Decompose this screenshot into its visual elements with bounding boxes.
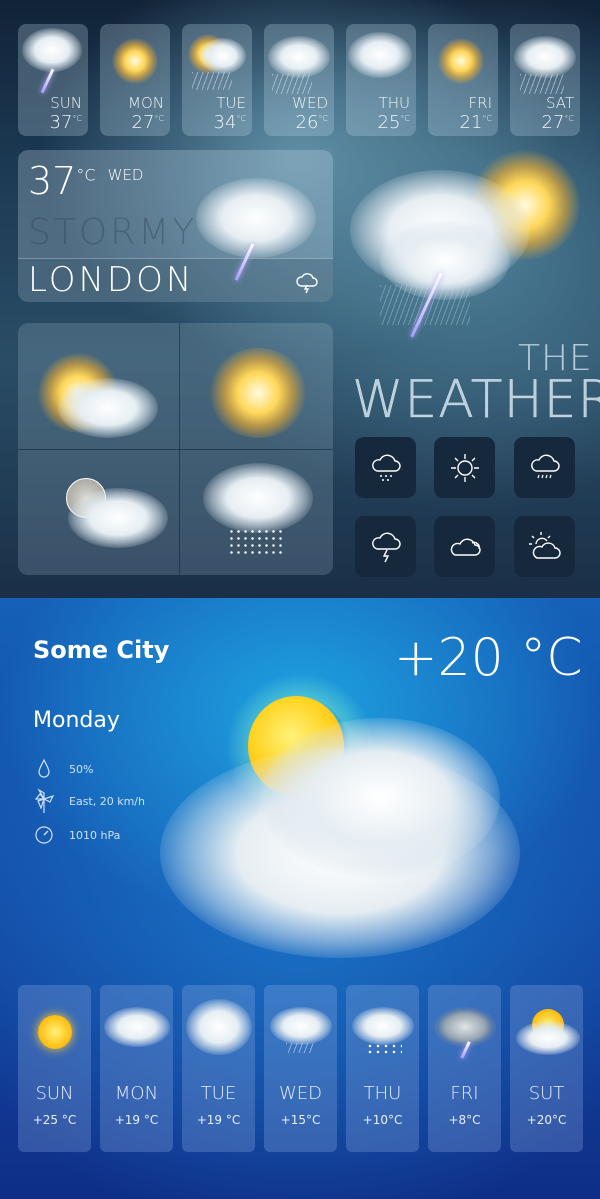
rain-cloud-icon — [270, 1007, 332, 1045]
city-label: LONDON — [28, 260, 195, 300]
forecast-card-thu[interactable]: THU +10°C — [346, 985, 419, 1152]
day-label: FRI — [450, 1083, 479, 1104]
snow-cloud-icon — [203, 463, 313, 533]
snow-cloud-icon — [371, 454, 401, 481]
day-temp: +19 °C — [196, 1113, 241, 1127]
cloud-button[interactable] — [434, 516, 495, 577]
forecast-card-tue[interactable]: TUE +19 °C — [182, 985, 255, 1152]
day-temp: +20°C — [526, 1113, 567, 1127]
day-label: SUN — [50, 94, 82, 112]
partly-cloudy-button[interactable] — [514, 516, 575, 577]
current-day: WED — [107, 166, 144, 184]
snow-cloud-icon — [352, 1007, 414, 1045]
weather-widget-blue: Some City +20 °C Monday 50% East, 20 km/… — [0, 598, 600, 1199]
day-label: SAT — [545, 94, 574, 112]
day-label: SUN — [35, 1083, 74, 1104]
current-day: Monday — [33, 708, 120, 733]
sun-icon — [438, 38, 484, 84]
day-temp: 37°C — [49, 112, 83, 133]
cloud-icon — [450, 538, 481, 556]
weather-widgets-dark: SUN 37°C MON 27°C TUE 34°C WED 26°C THU … — [0, 0, 600, 598]
humidity-stat: 50% — [33, 758, 93, 780]
cloud-icon — [348, 32, 412, 78]
storm-icon — [296, 273, 318, 294]
lightning-cloud-icon — [371, 532, 401, 562]
day-label: WED — [278, 1083, 323, 1104]
day-temp: 26°C — [295, 112, 329, 133]
day-temp: +15°C — [280, 1113, 321, 1127]
day-temp: 34°C — [213, 112, 247, 133]
current-temp: +20 °C — [394, 628, 583, 688]
day-label: SUT — [528, 1083, 565, 1104]
day-label: FRI — [468, 94, 492, 112]
gauge-icon — [35, 826, 53, 844]
sun-cloud-rain-icon — [200, 38, 246, 74]
rain-icon — [514, 36, 576, 78]
day-temp: +19 °C — [114, 1113, 159, 1127]
day-card-mon[interactable]: MON 27°C — [100, 24, 170, 136]
forecast-card-mon[interactable]: MON +19 °C — [100, 985, 173, 1152]
rain-icon — [268, 36, 330, 78]
day-temp: 21°C — [459, 112, 493, 133]
day-temp: +8°C — [448, 1113, 481, 1127]
snow-cloud-button[interactable] — [355, 437, 416, 498]
forecast-card-sun[interactable]: SUN +25 °C — [18, 985, 91, 1152]
forecast-card-fri[interactable]: FRI +8°C — [428, 985, 501, 1152]
day-label: MON — [128, 94, 164, 112]
drizzle-cloud-icon — [530, 454, 560, 478]
day-card-sat[interactable]: SAT 27°C — [510, 24, 580, 136]
sun-icon — [208, 348, 308, 438]
sun-icon — [450, 453, 479, 482]
current-weather-panel: 37°C WED STORMY LONDON — [18, 150, 333, 302]
day-label: THU — [363, 1083, 402, 1104]
day-label: TUE — [200, 1083, 237, 1104]
day-temp: 27°C — [131, 112, 165, 133]
sun-icon — [38, 1015, 72, 1049]
day-temp: +25 °C — [32, 1113, 77, 1127]
lightning-cloud-button[interactable] — [355, 516, 416, 577]
day-temp: +10°C — [362, 1113, 403, 1127]
day-card-tue[interactable]: TUE 34°C — [182, 24, 252, 136]
forecast-card-wed[interactable]: WED +15°C — [264, 985, 337, 1152]
drizzle-cloud-button[interactable] — [514, 437, 575, 498]
weather-grid — [18, 323, 333, 575]
title-weather: WEATHER — [352, 370, 600, 430]
day-card-sun[interactable]: SUN 37°C — [18, 24, 88, 136]
day-label: TUE — [216, 94, 246, 112]
thunderstorm-icon — [22, 28, 82, 72]
day-label: WED — [292, 94, 328, 112]
city-name: Some City — [33, 636, 170, 664]
cloud-icon — [186, 999, 252, 1055]
condition-label: STORMY — [28, 212, 198, 253]
droplet-icon — [38, 758, 50, 778]
day-card-thu[interactable]: THU 25°C — [346, 24, 416, 136]
pinwheel-icon — [34, 788, 55, 813]
forecast-card-sut[interactable]: SUT +20°C — [510, 985, 583, 1152]
day-temp: 27°C — [541, 112, 575, 133]
pressure-stat: 1010 hPa — [33, 824, 120, 846]
thunderstorm-icon — [434, 1007, 496, 1047]
cloud-icon — [104, 1007, 170, 1047]
wind-stat: East, 20 km/h — [33, 788, 145, 814]
sun-icon — [112, 38, 158, 84]
day-card-fri[interactable]: FRI 21°C — [428, 24, 498, 136]
partly-cloudy-icon — [528, 531, 561, 559]
current-temp: 37°C WED — [28, 159, 144, 203]
day-temp: 25°C — [377, 112, 411, 133]
day-label: THU — [378, 94, 410, 112]
day-label: MON — [114, 1083, 159, 1104]
day-card-wed[interactable]: WED 26°C — [264, 24, 334, 136]
sun-button[interactable] — [434, 437, 495, 498]
